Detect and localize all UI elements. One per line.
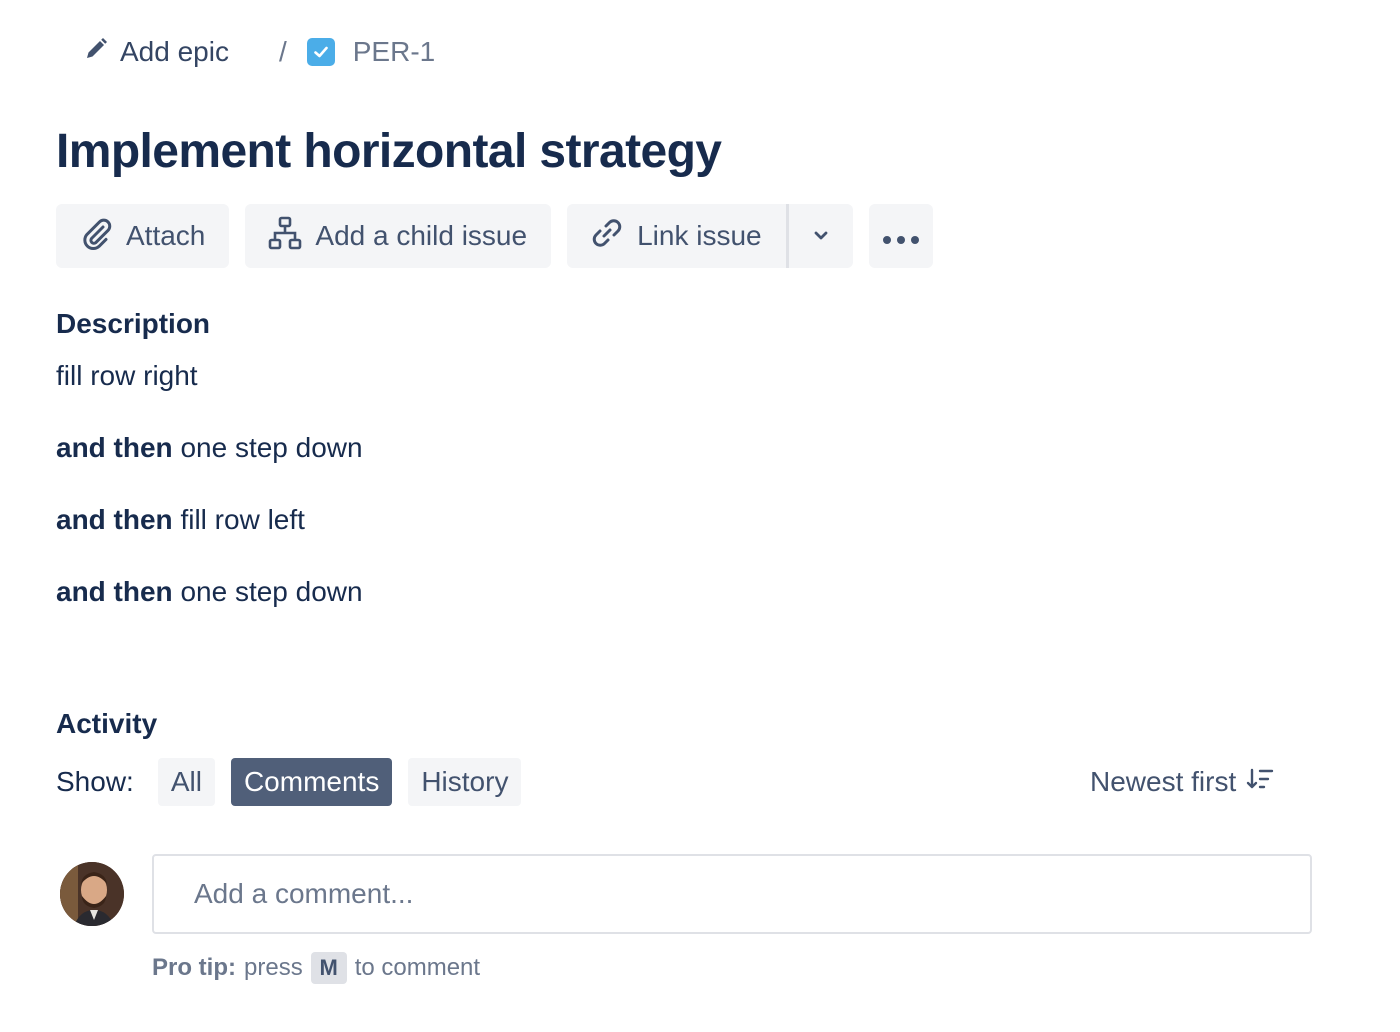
pro-tip: Pro tip: press M to comment (152, 950, 480, 986)
comment-input[interactable] (152, 854, 1312, 934)
add-epic-label: Add epic (120, 36, 229, 67)
breadcrumb-separator: / (278, 36, 287, 67)
paperclip-icon (78, 215, 114, 258)
link-issue-split-button: Link issue (567, 204, 853, 268)
more-icon (881, 220, 921, 252)
link-issue-label: Link issue (637, 220, 762, 251)
description-heading: Description (56, 308, 211, 339)
attach-label: Attach (126, 220, 206, 251)
attach-button[interactable]: Attach (56, 204, 230, 268)
show-label: Show: (56, 766, 134, 797)
more-actions-button[interactable] (868, 204, 933, 268)
pencil-icon (84, 36, 108, 68)
activity-heading: Activity (56, 708, 158, 739)
avatar[interactable] (60, 862, 124, 926)
description-line[interactable]: fill row right (56, 360, 198, 392)
filter-comments-button[interactable]: Comments (230, 758, 393, 806)
issue-key-link[interactable]: PER-1 (306, 36, 436, 68)
issue-view: Add epic / PER-1 Implement horizontal st… (0, 0, 1400, 1032)
filter-history-button[interactable]: History (408, 758, 522, 806)
issue-toolbar: Attach Add a child issue Link issue (56, 204, 933, 268)
link-issue-dropdown-button[interactable] (789, 204, 853, 268)
description-line[interactable]: and then one step down (56, 432, 363, 464)
activity-filter-row: Show: All Comments History (56, 758, 537, 806)
sort-order-button[interactable]: Newest first (1090, 758, 1274, 806)
filter-all-button[interactable]: All (157, 758, 215, 806)
pro-tip-label: Pro tip: (152, 954, 236, 981)
shortcut-key: M (310, 952, 347, 984)
issue-title[interactable]: Implement horizontal strategy (56, 124, 722, 179)
add-child-issue-label: Add a child issue (315, 220, 528, 251)
link-icon (589, 215, 625, 258)
issue-key: PER-1 (352, 36, 436, 67)
chevron-down-icon (811, 220, 831, 252)
pro-tip-press: press (244, 954, 303, 981)
add-epic-link[interactable]: Add epic (84, 36, 229, 68)
link-issue-button[interactable]: Link issue (567, 204, 786, 268)
add-child-issue-button[interactable]: Add a child issue (245, 204, 552, 268)
task-checkbox-icon (306, 38, 335, 66)
hierarchy-icon (267, 215, 303, 258)
pro-tip-rest: to comment (354, 954, 481, 981)
sort-label: Newest first (1090, 766, 1237, 797)
description-line[interactable]: and then fill row left (56, 504, 305, 536)
description-line[interactable]: and then one step down (56, 576, 363, 608)
sort-icon (1246, 766, 1274, 798)
breadcrumb: Add epic / PER-1 (84, 30, 435, 74)
